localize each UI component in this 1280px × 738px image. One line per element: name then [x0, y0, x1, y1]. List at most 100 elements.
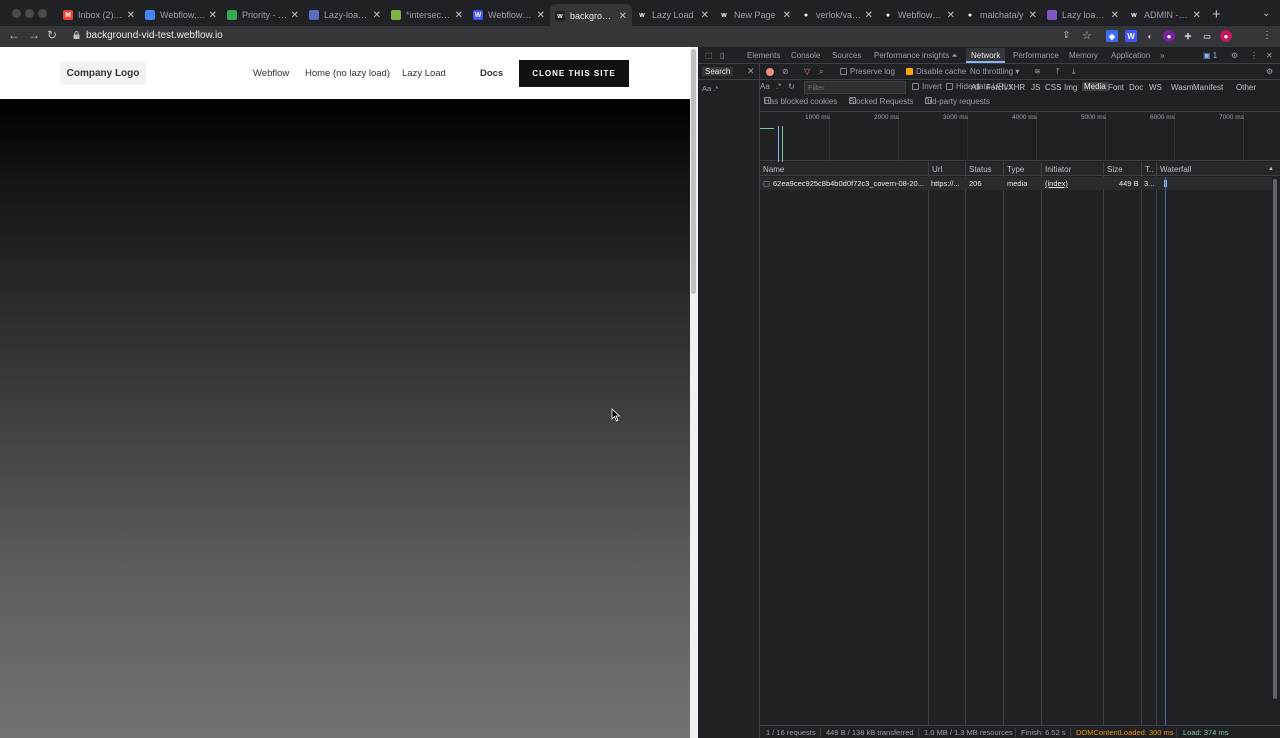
network-conditions-icon[interactable]: ≋	[1034, 67, 1041, 76]
col-status[interactable]: Status	[969, 165, 992, 174]
browser-tab[interactable]: w Lazy Load ✕	[632, 4, 714, 26]
url-field[interactable]: background-vid-test.webflow.io	[86, 30, 223, 41]
close-tab-icon[interactable]: ✕	[537, 10, 545, 21]
search-icon[interactable]: ⌕	[819, 67, 823, 77]
browser-tab[interactable]: Priority - Go ✕	[222, 4, 304, 26]
disable-cache-checkbox[interactable]: Disable cache	[906, 67, 966, 76]
devtools-tab-sources[interactable]: Sources	[832, 51, 861, 60]
browser-tab[interactable]: ● malchata/y ✕	[960, 4, 1042, 26]
browser-tab[interactable]: *intersection ✕	[386, 4, 468, 26]
filter-type-font[interactable]: Font	[1108, 83, 1124, 92]
profile-extension-icon[interactable]: ●	[1163, 30, 1175, 42]
nav-link-lazy-load[interactable]: Lazy Load	[402, 68, 446, 79]
close-tab-icon[interactable]: ✕	[1111, 10, 1119, 21]
aa-toggle[interactable]: Aa	[760, 82, 770, 91]
close-tab-icon[interactable]: ✕	[1193, 10, 1201, 21]
browser-tab[interactable]: w New Page ✕	[714, 4, 796, 26]
inspect-element-icon[interactable]: ⬚	[705, 51, 713, 60]
disable-cache-box[interactable]	[906, 68, 913, 75]
nav-link-home-no-lazy-load[interactable]: Home (no lazy load)	[305, 68, 390, 79]
devtools-tab-elements[interactable]: Elements	[747, 51, 780, 60]
filter-type-fetch-xhr[interactable]: Fetch/XHR	[986, 83, 1025, 92]
device-toolbar-icon[interactable]: ▯	[720, 51, 724, 60]
page-scrollbar-thumb[interactable]	[691, 49, 696, 294]
devtools-tab-[interactable]: »	[1160, 51, 1164, 60]
share-icon[interactable]: ⇪	[1062, 30, 1070, 41]
kebab-menu-icon[interactable]: ⋮	[1262, 30, 1272, 41]
network-settings-icon[interactable]: ⚙	[1266, 67, 1273, 76]
col-name[interactable]: Name	[763, 165, 784, 174]
minimize-window-button[interactable]	[25, 9, 34, 18]
devtools-menu-icon[interactable]: ⋮	[1250, 51, 1258, 60]
filter-type-doc[interactable]: Doc	[1129, 83, 1143, 92]
nav-link-webflow[interactable]: Webflow	[253, 68, 289, 79]
close-search-icon[interactable]: ✕	[747, 66, 755, 77]
devtools-tab-console[interactable]: Console	[791, 51, 820, 60]
filter-input[interactable]	[804, 81, 906, 94]
avatar[interactable]: ●	[1220, 30, 1232, 42]
close-tab-icon[interactable]: ✕	[783, 10, 791, 21]
col-url[interactable]: Url	[932, 165, 942, 174]
requests-scrollbar-thumb[interactable]	[1273, 179, 1277, 699]
invert-checkbox[interactable]: Invert	[912, 82, 942, 91]
filter-type-css[interactable]: CSS	[1045, 83, 1061, 92]
search-tab[interactable]: Search	[702, 67, 734, 76]
close-tab-icon[interactable]: ✕	[1029, 10, 1037, 21]
regex-toggle[interactable]: .*	[776, 82, 781, 91]
browser-tab[interactable]: ● Webflow Ex ✕	[878, 4, 960, 26]
forward-arrow-icon[interactable]: →	[28, 28, 40, 42]
table-row[interactable]: ▢ 62ea9cec925c8b4b0d0f72c3_covern-08-20.…	[760, 177, 1272, 190]
network-overview-timeline[interactable]: 1000 ms 2000 ms 3000 ms 4000 ms 5000 ms 6000 …	[760, 111, 1280, 162]
filter-type-ws[interactable]: WS	[1149, 83, 1162, 92]
close-tab-icon[interactable]: ✕	[127, 10, 135, 21]
reload-icon[interactable]: ↻	[47, 28, 57, 42]
devtools-tab-memory[interactable]: Memory	[1069, 51, 1098, 60]
requests-scrollbar[interactable]	[1272, 177, 1278, 725]
filter-type-img[interactable]: Img	[1064, 83, 1077, 92]
browser-tab[interactable]: w background ✕	[550, 4, 632, 28]
close-tab-icon[interactable]: ✕	[701, 10, 709, 21]
extension-shield-icon[interactable]: ◆	[1106, 30, 1118, 42]
browser-tab[interactable]: ● verlok/vanill ✕	[796, 4, 878, 26]
filter-type-wasm[interactable]: Wasm	[1171, 83, 1193, 92]
preserve-log-checkbox[interactable]: Preserve log	[840, 67, 895, 76]
col-initiator[interactable]: Initiator	[1045, 165, 1071, 174]
browser-tab[interactable]: W Webflow - b ✕	[468, 4, 550, 26]
preserve-log-box[interactable]	[840, 68, 847, 75]
side-panel-icon[interactable]: ▭	[1201, 30, 1213, 42]
col-waterfall[interactable]: Waterfall	[1160, 165, 1191, 174]
close-tab-icon[interactable]: ✕	[455, 10, 463, 21]
col-time[interactable]: T..	[1145, 165, 1153, 174]
hide-data-urls-box[interactable]	[946, 83, 953, 90]
close-tab-icon[interactable]: ✕	[947, 10, 955, 21]
browser-tab[interactable]: Webflow, In ✕	[140, 4, 222, 26]
new-tab-button[interactable]: +	[1212, 6, 1221, 23]
request-name[interactable]: 62ea9cec925c8b4b0d0f72c3_covern-08-20...	[773, 179, 925, 188]
devtools-tab-performance-insights[interactable]: Performance insights ⏶	[874, 51, 958, 61]
devtools-tab-network[interactable]: Network	[966, 48, 1006, 63]
devtools-tab-application[interactable]: Application	[1111, 51, 1150, 60]
bookmark-star-icon[interactable]: ☆	[1082, 29, 1092, 42]
extension-circle-icon[interactable]: ◐	[1144, 30, 1156, 42]
page-scrollbar[interactable]	[690, 47, 698, 738]
maximize-window-button[interactable]	[38, 9, 47, 18]
browser-tab[interactable]: Lazy loading ✕	[1042, 4, 1124, 26]
close-tab-icon[interactable]: ✕	[291, 10, 299, 21]
filter-type-media[interactable]: Media	[1082, 82, 1108, 91]
refresh-search-icon[interactable]: ↻	[788, 82, 795, 91]
filter-type-all[interactable]: All	[971, 83, 980, 92]
close-tab-icon[interactable]: ✕	[865, 10, 873, 21]
close-tab-icon[interactable]: ✕	[209, 10, 217, 21]
nav-link-docs[interactable]: Docs	[480, 68, 503, 79]
settings-gear-icon[interactable]: ⚙	[1231, 51, 1238, 60]
issues-badge[interactable]: ▣ 1	[1203, 51, 1217, 60]
close-devtools-icon[interactable]: ✕	[1266, 51, 1273, 60]
invert-box[interactable]	[912, 83, 919, 90]
col-size[interactable]: Size	[1107, 165, 1123, 174]
request-initiator-link[interactable]: (index)	[1045, 179, 1068, 188]
puzzle-extensions-icon[interactable]: ✚	[1182, 30, 1194, 42]
filter-type-manifest[interactable]: Manifest	[1193, 83, 1223, 92]
col-type[interactable]: Type	[1007, 165, 1024, 174]
browser-tab[interactable]: w ADMIN - We ✕	[1124, 4, 1206, 26]
tab-search-chevron-icon[interactable]: ⌄	[1262, 8, 1270, 19]
